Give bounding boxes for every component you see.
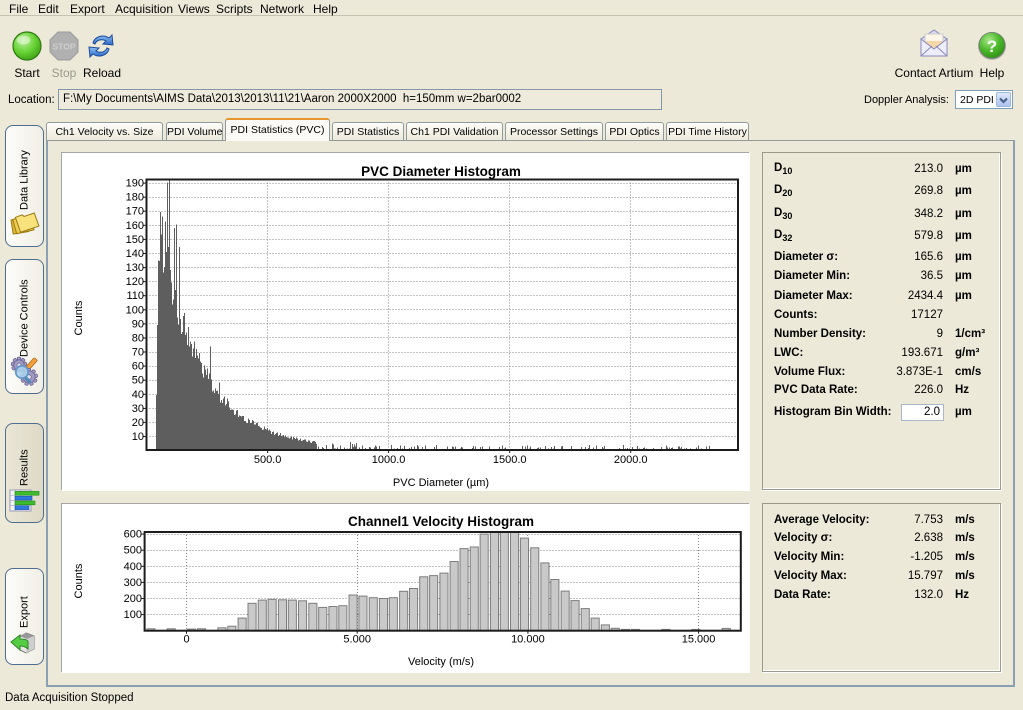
svg-text:300: 300 [124,577,142,589]
svg-text:10.000: 10.000 [511,634,545,646]
svg-text:120: 120 [126,276,144,288]
svg-text:30: 30 [132,403,144,415]
svg-text:60: 60 [132,361,144,373]
svg-text:Channel1 Velocity Histogram: Channel1 Velocity Histogram [348,514,534,529]
svg-text:PVC Diameter Histogram: PVC Diameter Histogram [361,164,521,179]
svg-text:180: 180 [126,192,144,204]
svg-text:170: 170 [126,206,144,218]
svg-text:10: 10 [132,431,144,443]
svg-text:140: 140 [126,248,144,260]
svg-text:Counts: Counts [73,563,85,598]
svg-text:600: 600 [124,529,142,541]
svg-text:50: 50 [132,375,144,387]
svg-text:2000.0: 2000.0 [614,454,648,466]
svg-text:110: 110 [126,290,144,302]
svg-text:90: 90 [132,318,144,330]
svg-text:0: 0 [183,634,189,646]
svg-text:200: 200 [124,593,142,605]
svg-text:1000.0: 1000.0 [372,454,406,466]
svg-text:400: 400 [124,561,142,573]
svg-text:PVC Diameter (µm): PVC Diameter (µm) [393,477,489,489]
svg-text:100: 100 [124,609,142,621]
svg-text:100: 100 [126,304,144,316]
svg-text:Counts: Counts [73,300,85,335]
svg-text:130: 130 [126,262,144,274]
svg-text:Velocity (m/s): Velocity (m/s) [408,656,474,668]
svg-text:15.000: 15.000 [682,634,716,646]
svg-text:STOP: STOP [53,42,76,52]
svg-text:5.000: 5.000 [343,634,371,646]
svg-text:190: 190 [126,178,144,190]
svg-text:?: ? [987,37,997,56]
svg-text:160: 160 [126,220,144,232]
svg-text:80: 80 [132,333,144,345]
svg-text:20: 20 [132,417,144,429]
svg-text:1500.0: 1500.0 [493,454,527,466]
svg-text:70: 70 [132,347,144,359]
svg-text:500: 500 [124,545,142,557]
svg-text:500.0: 500.0 [254,454,282,466]
svg-text:150: 150 [126,234,144,246]
svg-text:40: 40 [132,389,144,401]
